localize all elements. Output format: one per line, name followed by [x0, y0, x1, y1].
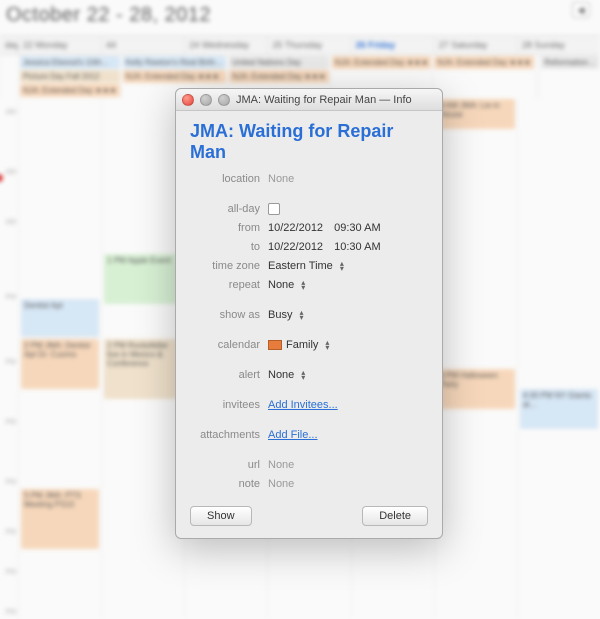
calendar-label: calendar [190, 339, 268, 351]
allday-event[interactable]: Picture Day Fall 2012 [20, 70, 120, 83]
dialog-window-title: JMA: Waiting for Repair Man — Info [236, 94, 436, 106]
alert-select[interactable]: None ▴▾ [268, 369, 305, 381]
attachments-label: attachments [190, 429, 268, 441]
to-label: to [190, 241, 268, 253]
url-label: url [190, 459, 268, 471]
event-block[interactable]: 5 PM JMA: PTS Meeting PS10 [21, 489, 99, 549]
allday-event[interactable]: NJA: Extended Day ★★★ [332, 56, 432, 69]
event-title[interactable]: JMA: Waiting for Repair Man [190, 121, 428, 163]
day-col-sat[interactable]: 8 AM JMA: Lie in House 4 PM Halloween Pa… [434, 99, 517, 619]
add-file-link[interactable]: Add File... [268, 429, 318, 441]
day-col-sun[interactable]: 4:30 PM NY Giants at… [517, 99, 600, 619]
chevron-updown-icon: ▴▾ [299, 310, 303, 320]
event-info-dialog: JMA: Waiting for Repair Man — Info JMA: … [175, 88, 443, 539]
event-block[interactable]: 2 PM JMA: Dentist Apt Dr. Cuomo [21, 339, 99, 389]
now-indicator-icon [0, 174, 3, 182]
minimize-icon[interactable] [200, 94, 212, 106]
note-label: note [190, 478, 268, 490]
allday-event[interactable]: Reformation… [541, 56, 599, 69]
url-value[interactable]: None [268, 459, 294, 471]
timezone-label: time zone [190, 260, 268, 272]
allday-event[interactable]: NJA: Extended Day ★★★ [434, 56, 534, 69]
allday-event[interactable]: NJA: Extended Day ★★★ [20, 84, 120, 97]
timezone-select[interactable]: Eastern Time ▴▾ [268, 260, 344, 272]
allday-checkbox[interactable] [268, 203, 280, 215]
allday-label: all-day [190, 203, 268, 215]
add-invitees-link[interactable]: Add Invitees... [268, 399, 338, 411]
calendar-color-swatch-icon [268, 340, 282, 350]
allday-label: day [0, 36, 18, 54]
chevron-updown-icon: ▴▾ [340, 261, 344, 271]
event-block[interactable]: Dentist Apt [21, 299, 99, 337]
allday-event[interactable]: Kelly Rawton's Real Birth… [123, 56, 227, 69]
day-col-tue[interactable]: 1 PM Apple Event 2 PM Rockefeller live i… [101, 99, 184, 619]
showas-label: show as [190, 309, 268, 321]
chevron-updown-icon: ▴▾ [301, 280, 305, 290]
zoom-icon[interactable] [218, 94, 230, 106]
day-header-sat[interactable]: 27 Saturday [434, 36, 517, 54]
allday-event[interactable]: Jessica Elwood's 10th… [20, 56, 120, 69]
delete-button[interactable]: Delete [362, 506, 428, 526]
date-range-header: October 22 - 28, 2012 [0, 0, 600, 35]
allday-event[interactable]: NJA: Extended Day ★★★ [229, 70, 329, 83]
day-header-mon[interactable]: 22 Monday [18, 36, 101, 54]
allday-event[interactable]: NJA: Extended Day ★★★ [123, 70, 227, 83]
close-icon[interactable] [182, 94, 194, 106]
to-time[interactable]: 10:30 AM [334, 241, 380, 253]
day-header-sun[interactable]: 28 Sunday [517, 36, 600, 54]
event-block[interactable]: 4:30 PM NY Giants at… [520, 389, 598, 429]
note-value[interactable]: None [268, 478, 294, 490]
day-header-fri[interactable]: 26 Friday [351, 36, 434, 54]
allday-event[interactable]: United Nations Day [229, 56, 329, 69]
day-header-row: day 22 Monday 44 24 Wednesday 25 Thursda… [0, 35, 600, 55]
from-time[interactable]: 09:30 AM [334, 222, 380, 234]
to-date[interactable]: 10/22/2012 [268, 241, 323, 253]
chevron-updown-icon: ▴▾ [301, 370, 305, 380]
from-label: from [190, 222, 268, 234]
day-header-thu[interactable]: 25 Thursday [267, 36, 350, 54]
repeat-select[interactable]: None ▴▾ [268, 279, 305, 291]
event-block[interactable]: 8 AM JMA: Lie in House [437, 99, 515, 129]
repeat-label: repeat [190, 279, 268, 291]
showas-select[interactable]: Busy ▴▾ [268, 309, 303, 321]
event-block[interactable]: 4 PM Halloween Party [437, 369, 515, 409]
day-header-wed[interactable]: 24 Wednesday [184, 36, 267, 54]
prev-arrow-button[interactable]: ◀ [572, 2, 590, 18]
calendar-select[interactable]: Family ▴▾ [268, 339, 329, 351]
day-col-mon[interactable]: Dentist Apt 2 PM JMA: Dentist Apt Dr. Cu… [18, 99, 101, 619]
chevron-updown-icon: ▴▾ [325, 340, 329, 350]
invitees-label: invitees [190, 399, 268, 411]
time-gutter: AM AM AM PM PM PM PM PM PM PM [0, 99, 18, 619]
alert-label: alert [190, 369, 268, 381]
event-block[interactable]: 2 PM Rockefeller live in Mexico & Confer… [104, 339, 182, 399]
location-label: location [190, 173, 268, 185]
location-value[interactable]: None [268, 173, 294, 185]
from-date[interactable]: 10/22/2012 [268, 222, 323, 234]
day-header-tue[interactable]: 44 [101, 36, 184, 54]
dialog-titlebar[interactable]: JMA: Waiting for Repair Man — Info [176, 89, 442, 111]
event-block[interactable]: 1 PM Apple Event [104, 254, 182, 304]
show-button[interactable]: Show [190, 506, 252, 526]
